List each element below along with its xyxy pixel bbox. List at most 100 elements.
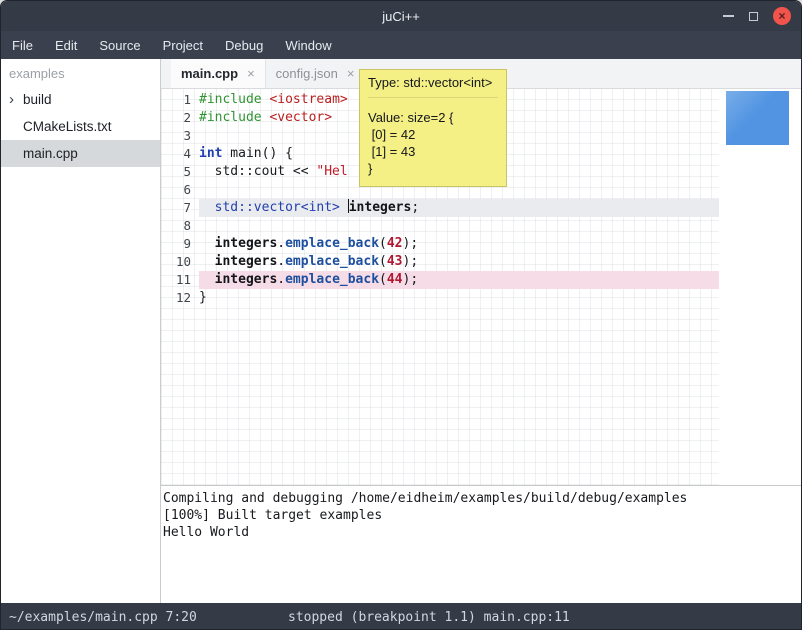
line-number[interactable]: 5 <box>161 163 199 181</box>
menu-item-edit[interactable]: Edit <box>44 31 88 59</box>
tooltip-value-block: Value: size=2 { [0] = 42 [1] = 43} <box>368 109 498 177</box>
editor-scroll-area <box>719 89 801 485</box>
code-token: ); <box>403 254 419 269</box>
line-number[interactable]: 11 <box>161 271 199 289</box>
code-line[interactable]: std::vector<int> integers; <box>199 199 719 217</box>
editor-line: 8 <box>161 217 719 235</box>
line-number[interactable]: 7 <box>161 199 199 217</box>
code-line[interactable]: integers.emplace_back(42); <box>199 235 719 253</box>
code-token <box>199 272 215 287</box>
status-bar: ~/examples/main.cpp 7:20 stopped (breakp… <box>1 603 801 630</box>
status-debug-state: stopped (breakpoint 1.1) main.cpp:11 <box>288 610 570 625</box>
minimize-button[interactable] <box>723 15 734 17</box>
sidebar-item-label: build <box>23 92 52 107</box>
close-button[interactable]: × <box>773 7 791 25</box>
code-token: std::cout << <box>199 164 316 179</box>
tab-close-icon[interactable]: × <box>247 66 255 81</box>
code-token: ); <box>403 272 419 287</box>
terminal-line: [100%] Built target examples <box>163 507 799 524</box>
line-number[interactable]: 10 <box>161 253 199 271</box>
line-number[interactable]: 12 <box>161 289 199 307</box>
code-token: ); <box>403 236 419 251</box>
tab-label: config.json <box>276 66 338 81</box>
code-line[interactable]: integers.emplace_back(44); <box>199 271 719 289</box>
code-token <box>199 200 215 215</box>
line-number[interactable]: 6 <box>161 181 199 199</box>
code-token: ( <box>379 254 387 269</box>
tooltip-line: Value: size=2 { <box>368 109 498 126</box>
sidebar-item-label: CMakeLists.txt <box>23 119 112 134</box>
minimap[interactable] <box>726 91 789 145</box>
code-token: ; <box>411 200 419 215</box>
tab-main-cpp[interactable]: main.cpp × <box>171 59 266 88</box>
code-token: ( <box>379 272 387 287</box>
code-line[interactable] <box>199 217 719 235</box>
sidebar-item-cmakelists-txt[interactable]: CMakeLists.txt <box>1 113 160 140</box>
line-number[interactable]: 1 <box>161 91 199 109</box>
code-token: #include <box>199 92 262 107</box>
code-line[interactable]: } <box>199 289 719 307</box>
editor-line: 10 integers.emplace_back(43); <box>161 253 719 271</box>
minimize-icon <box>723 15 734 17</box>
code-token: <iostream> <box>269 92 347 107</box>
code-token <box>199 236 215 251</box>
chevron-right-icon[interactable]: › <box>9 92 23 107</box>
code-token: . <box>277 254 285 269</box>
file-tree: ›build CMakeLists.txt main.cpp <box>1 86 160 167</box>
code-token: integers <box>349 200 412 215</box>
code-token: integers <box>215 272 278 287</box>
debug-value-tooltip: Type: std::vector<int> Value: size=2 { [… <box>359 69 507 187</box>
tab-close-icon[interactable]: × <box>347 66 355 81</box>
tooltip-line: [0] = 42 <box>368 126 498 143</box>
code-token: ( <box>379 236 387 251</box>
code-token: . <box>277 236 285 251</box>
app-window: juCi++ × FileEditSourceProjectDebugWindo… <box>0 0 802 630</box>
menu-item-project[interactable]: Project <box>152 31 214 59</box>
maximize-button[interactable] <box>749 12 758 21</box>
code-token: emplace_back <box>285 236 379 251</box>
editor-line: 7 std::vector<int> integers; <box>161 199 719 217</box>
terminal-output[interactable]: Compiling and debugging /home/eidheim/ex… <box>161 485 801 603</box>
tab-config-json[interactable]: config.json × <box>266 59 365 88</box>
code-token <box>199 254 215 269</box>
code-token: 42 <box>387 236 403 251</box>
code-token: integers <box>215 254 278 269</box>
tooltip-type-line: Type: std::vector<int> <box>368 75 498 98</box>
code-token: integers <box>215 236 278 251</box>
code-token: 43 <box>387 254 403 269</box>
menu-item-file[interactable]: File <box>1 31 44 59</box>
sidebar: examples ›buildCMakeLists.txtmain.cpp <box>1 59 161 603</box>
window-title: juCi++ <box>382 9 420 24</box>
terminal-line: Compiling and debugging /home/eidheim/ex… <box>163 490 799 507</box>
status-file-position: ~/examples/main.cpp 7:20 <box>9 610 197 625</box>
code-token: #include <box>199 110 262 125</box>
code-token: . <box>277 272 285 287</box>
terminal-line: Hello World <box>163 524 799 541</box>
code-token: emplace_back <box>285 272 379 287</box>
line-number[interactable]: 9 <box>161 235 199 253</box>
sidebar-item-main-cpp[interactable]: main.cpp <box>1 140 160 167</box>
line-number[interactable]: 2 <box>161 109 199 127</box>
tab-label: main.cpp <box>181 66 238 81</box>
code-token: main() { <box>222 146 292 161</box>
sidebar-item-build[interactable]: ›build <box>1 86 160 113</box>
code-token: 44 <box>387 272 403 287</box>
code-token: int <box>199 146 222 161</box>
line-number[interactable]: 3 <box>161 127 199 145</box>
editor-line: 11 integers.emplace_back(44); <box>161 271 719 289</box>
menu-item-window[interactable]: Window <box>274 31 342 59</box>
close-icon: × <box>778 10 785 22</box>
maximize-icon <box>749 12 758 21</box>
code-token: <vector> <box>269 110 332 125</box>
menu-item-debug[interactable]: Debug <box>214 31 274 59</box>
code-token: } <box>199 290 207 305</box>
code-line[interactable]: integers.emplace_back(43); <box>199 253 719 271</box>
code-token <box>340 200 348 215</box>
line-number[interactable]: 4 <box>161 145 199 163</box>
tooltip-line: } <box>368 160 498 177</box>
line-number[interactable]: 8 <box>161 217 199 235</box>
code-token: "Hel <box>316 164 347 179</box>
tooltip-line: [1] = 43 <box>368 143 498 160</box>
menu-item-source[interactable]: Source <box>88 31 151 59</box>
editor-line: 9 integers.emplace_back(42); <box>161 235 719 253</box>
